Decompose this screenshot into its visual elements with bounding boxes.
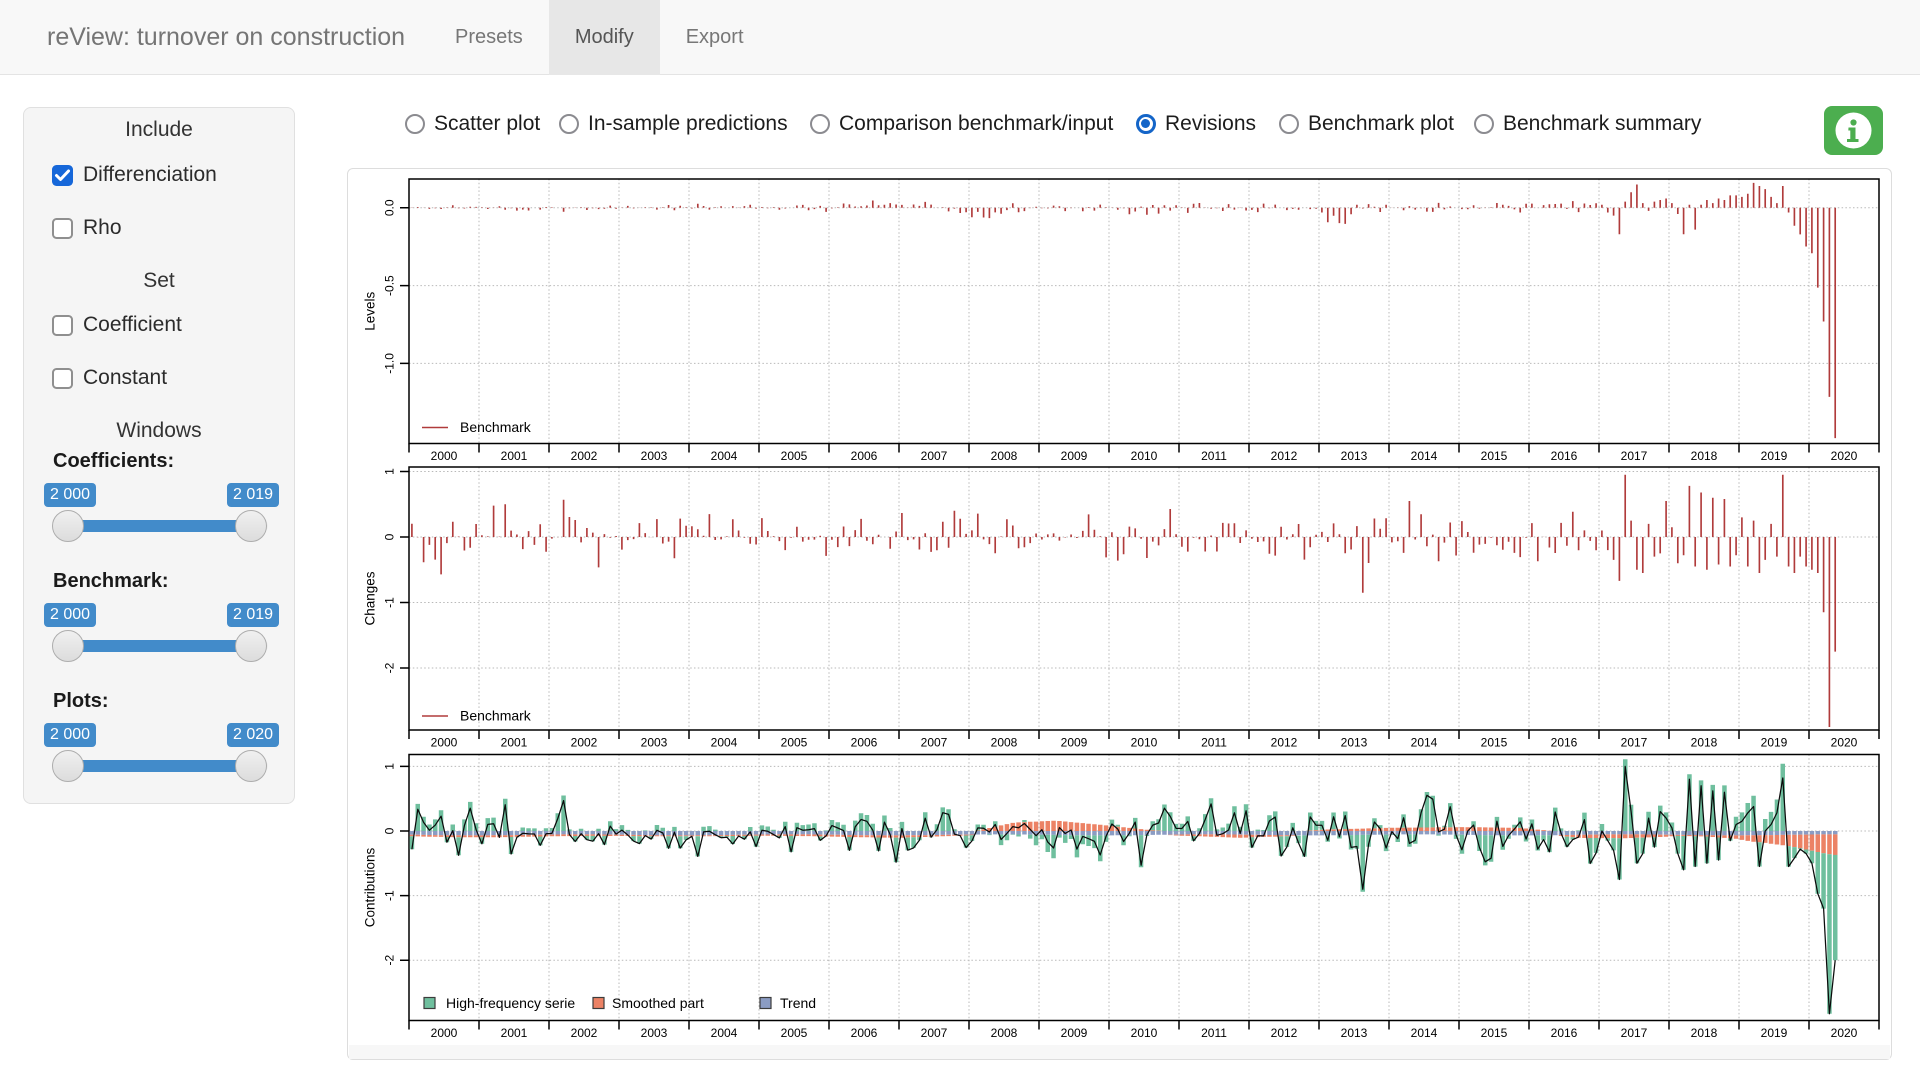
svg-text:2013: 2013 xyxy=(1341,736,1368,750)
svg-text:2007: 2007 xyxy=(921,736,948,750)
svg-text:2000: 2000 xyxy=(431,736,458,750)
svg-text:2003: 2003 xyxy=(641,736,668,750)
svg-text:2006: 2006 xyxy=(851,449,878,463)
svg-text:0: 0 xyxy=(383,533,397,540)
svg-text:2004: 2004 xyxy=(711,1026,738,1040)
svg-text:-1: -1 xyxy=(383,597,397,608)
svg-text:2007: 2007 xyxy=(921,449,948,463)
svg-text:2005: 2005 xyxy=(781,736,808,750)
svg-text:1: 1 xyxy=(383,763,397,770)
svg-text:2011: 2011 xyxy=(1201,1026,1227,1040)
svg-text:2020: 2020 xyxy=(1831,449,1858,463)
svg-text:2017: 2017 xyxy=(1621,1026,1648,1040)
svg-text:2013: 2013 xyxy=(1341,1026,1368,1040)
svg-text:2009: 2009 xyxy=(1061,1026,1088,1040)
svg-text:2018: 2018 xyxy=(1691,736,1718,750)
svg-text:2003: 2003 xyxy=(641,449,668,463)
svg-text:2005: 2005 xyxy=(781,449,808,463)
svg-text:Benchmark: Benchmark xyxy=(460,708,532,724)
svg-text:2012: 2012 xyxy=(1271,736,1298,750)
svg-text:Changes: Changes xyxy=(363,571,378,625)
svg-text:-2: -2 xyxy=(383,662,397,673)
svg-text:2016: 2016 xyxy=(1551,1026,1578,1040)
svg-text:2019: 2019 xyxy=(1761,736,1788,750)
svg-text:2015: 2015 xyxy=(1481,1026,1508,1040)
svg-text:2012: 2012 xyxy=(1271,449,1298,463)
svg-text:2008: 2008 xyxy=(991,449,1018,463)
svg-text:2008: 2008 xyxy=(991,1026,1018,1040)
svg-text:2009: 2009 xyxy=(1061,736,1088,750)
svg-text:2012: 2012 xyxy=(1271,1026,1298,1040)
svg-text:2019: 2019 xyxy=(1761,449,1788,463)
svg-text:2002: 2002 xyxy=(571,1026,598,1040)
svg-text:2006: 2006 xyxy=(851,736,878,750)
svg-text:2017: 2017 xyxy=(1621,736,1648,750)
svg-text:2014: 2014 xyxy=(1411,1026,1438,1040)
svg-text:2010: 2010 xyxy=(1131,1026,1158,1040)
svg-text:2016: 2016 xyxy=(1551,449,1578,463)
svg-text:2018: 2018 xyxy=(1691,449,1718,463)
svg-text:-2: -2 xyxy=(383,955,397,966)
svg-text:2004: 2004 xyxy=(711,449,738,463)
svg-text:2001: 2001 xyxy=(501,1026,528,1040)
svg-text:Benchmark: Benchmark xyxy=(460,419,532,435)
svg-text:2011: 2011 xyxy=(1201,449,1227,463)
svg-text:Trend: Trend xyxy=(780,995,816,1011)
svg-text:2001: 2001 xyxy=(501,736,528,750)
svg-text:Contributions: Contributions xyxy=(363,847,378,927)
svg-text:2016: 2016 xyxy=(1551,736,1578,750)
svg-text:2010: 2010 xyxy=(1131,736,1158,750)
svg-text:High-frequency serie: High-frequency serie xyxy=(446,995,575,1011)
svg-text:1: 1 xyxy=(383,468,397,475)
svg-text:-0.5: -0.5 xyxy=(383,275,397,296)
svg-text:-1.0: -1.0 xyxy=(383,353,397,374)
svg-text:2020: 2020 xyxy=(1831,736,1858,750)
svg-text:2011: 2011 xyxy=(1201,736,1227,750)
svg-text:2008: 2008 xyxy=(991,736,1018,750)
svg-text:2002: 2002 xyxy=(571,736,598,750)
svg-text:Smoothed part: Smoothed part xyxy=(612,995,704,1011)
svg-text:2013: 2013 xyxy=(1341,449,1368,463)
svg-text:2002: 2002 xyxy=(571,449,598,463)
svg-text:2001: 2001 xyxy=(501,449,528,463)
svg-text:2004: 2004 xyxy=(711,736,738,750)
svg-text:2006: 2006 xyxy=(851,1026,878,1040)
svg-text:2015: 2015 xyxy=(1481,449,1508,463)
svg-text:2018: 2018 xyxy=(1691,1026,1718,1040)
svg-text:2014: 2014 xyxy=(1411,449,1438,463)
svg-text:0.0: 0.0 xyxy=(383,199,397,216)
svg-text:2015: 2015 xyxy=(1481,736,1508,750)
svg-text:2000: 2000 xyxy=(431,449,458,463)
svg-text:2005: 2005 xyxy=(781,1026,808,1040)
svg-text:2017: 2017 xyxy=(1621,449,1648,463)
svg-text:2007: 2007 xyxy=(921,1026,948,1040)
svg-text:Levels: Levels xyxy=(363,291,378,330)
svg-text:-1: -1 xyxy=(383,890,397,901)
svg-text:0: 0 xyxy=(383,827,397,834)
svg-text:2000: 2000 xyxy=(431,1026,458,1040)
svg-text:2009: 2009 xyxy=(1061,449,1088,463)
svg-text:2020: 2020 xyxy=(1831,1026,1858,1040)
svg-text:2010: 2010 xyxy=(1131,449,1158,463)
svg-text:2019: 2019 xyxy=(1761,1026,1788,1040)
svg-text:2003: 2003 xyxy=(641,1026,668,1040)
svg-text:2014: 2014 xyxy=(1411,736,1438,750)
